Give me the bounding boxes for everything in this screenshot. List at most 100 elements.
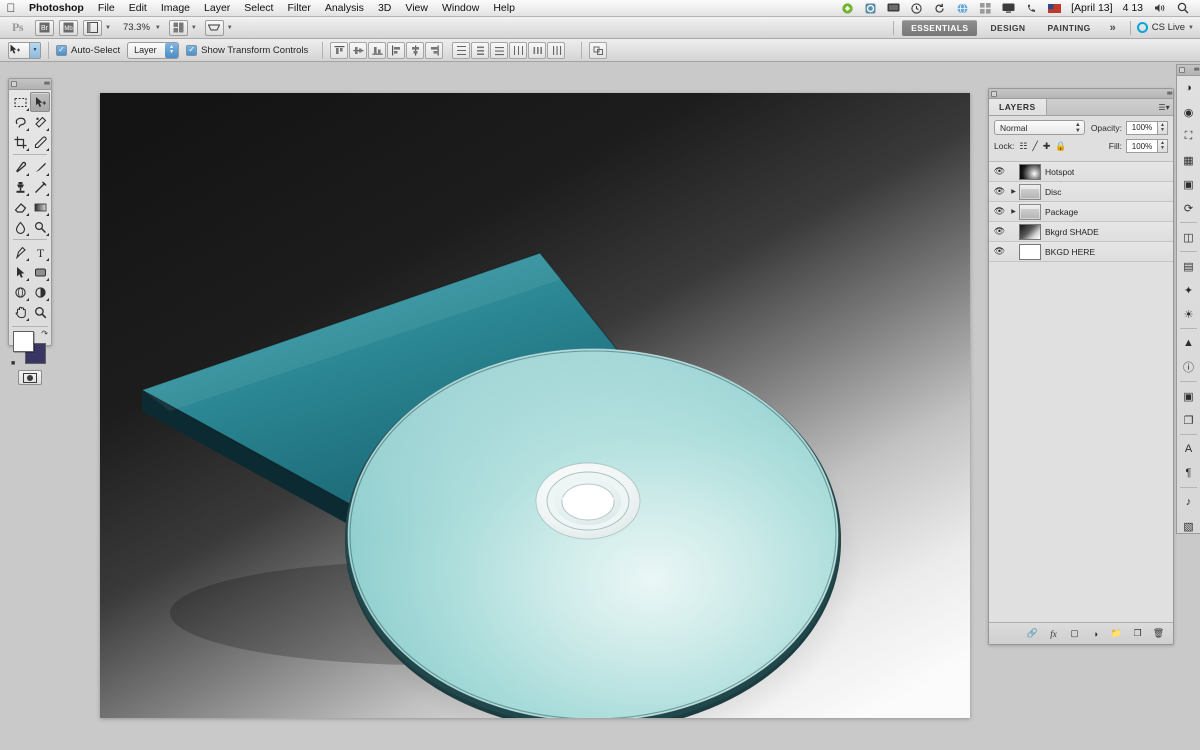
- align-bottom-edges-icon[interactable]: [368, 41, 387, 59]
- menu-help[interactable]: Help: [486, 0, 522, 16]
- panel-titlebar[interactable]: ■■: [989, 89, 1173, 99]
- icon-dock-collapse-icon[interactable]: [1179, 67, 1185, 73]
- eraser-tool[interactable]: [10, 197, 30, 217]
- info-badge-icon[interactable]: ⓘ: [1177, 355, 1200, 379]
- panel-menu-icon[interactable]: ☰▾: [1155, 99, 1173, 115]
- globe-icon[interactable]: [954, 2, 971, 15]
- tab-layers[interactable]: LAYERS: [989, 99, 1047, 115]
- new-adjustment-layer-icon[interactable]: ◑: [1089, 629, 1102, 639]
- spot-healing-brush-tool[interactable]: [10, 157, 30, 177]
- layer-visibility-icon[interactable]: 👁: [991, 166, 1008, 177]
- volume-icon[interactable]: [1151, 2, 1168, 15]
- align-vertical-centers-icon[interactable]: [349, 41, 368, 59]
- table-row[interactable]: 👁 ▶ Package: [989, 202, 1173, 222]
- lock-all-icon[interactable]: 🔒: [1055, 141, 1066, 152]
- zoom-level-value[interactable]: 73.3%: [123, 22, 150, 33]
- horizontal-type-tool[interactable]: T: [30, 242, 50, 262]
- history-panel-icon[interactable]: ⟳: [1177, 196, 1200, 220]
- menu-3d[interactable]: 3D: [371, 0, 398, 16]
- add-layer-mask-icon[interactable]: ▢: [1068, 628, 1081, 639]
- notes-panel-icon[interactable]: ▣: [1177, 384, 1200, 408]
- toolbox-collapse-icon[interactable]: [11, 81, 17, 87]
- auto-select-scope-dropdown[interactable]: Layer ▲ ▼: [127, 41, 180, 59]
- histogram-panel-icon[interactable]: ▲: [1177, 331, 1200, 355]
- lock-position-icon[interactable]: ✚: [1043, 141, 1051, 152]
- align-left-edges-icon[interactable]: [387, 41, 406, 59]
- layer-name[interactable]: Package: [1045, 207, 1078, 217]
- table-row[interactable]: 👁 BKGD HERE: [989, 242, 1173, 262]
- dropbox-icon[interactable]: [839, 2, 856, 15]
- display-icon[interactable]: [885, 2, 902, 15]
- menu-view[interactable]: View: [398, 0, 435, 16]
- cs-live-button[interactable]: CS Live ▼: [1136, 22, 1194, 33]
- distribute-right-edges-icon[interactable]: [547, 41, 566, 59]
- align-right-edges-icon[interactable]: [425, 41, 444, 59]
- flag-icon[interactable]: [1046, 2, 1063, 15]
- layer-group-thumbnail[interactable]: [1019, 203, 1041, 220]
- table-row[interactable]: 👁 Bkgrd SHADE: [989, 222, 1173, 242]
- arrange-documents-group[interactable]: ▼: [168, 19, 197, 36]
- rectangular-marquee-tool[interactable]: [10, 92, 30, 112]
- history-brush-tool[interactable]: [30, 177, 50, 197]
- add-layer-style-icon[interactable]: fx: [1047, 629, 1060, 639]
- gradient-tool[interactable]: [30, 197, 50, 217]
- layer-expand-icon[interactable]: ▶: [1008, 208, 1019, 215]
- blur-tool[interactable]: [10, 217, 30, 237]
- styles-panel-icon[interactable]: ◉: [1177, 100, 1200, 124]
- phone-icon[interactable]: [1023, 2, 1040, 15]
- menu-analysis[interactable]: Analysis: [318, 0, 371, 16]
- new-layer-icon[interactable]: ❐: [1131, 628, 1144, 639]
- view-extras-icon[interactable]: [83, 19, 102, 36]
- screen-mode-group[interactable]: ▼: [204, 19, 233, 36]
- launch-mini-bridge-icon[interactable]: Mb: [59, 19, 78, 36]
- distribute-bottom-edges-icon[interactable]: [490, 41, 509, 59]
- layer-visibility-icon[interactable]: 👁: [991, 226, 1008, 237]
- layer-visibility-icon[interactable]: 👁: [991, 246, 1008, 257]
- clone-source-panel-icon[interactable]: ✦: [1177, 278, 1200, 302]
- foreground-color-swatch[interactable]: [13, 331, 34, 352]
- workspace-design[interactable]: DESIGN: [981, 20, 1034, 36]
- distribute-left-edges-icon[interactable]: [509, 41, 528, 59]
- apple-logo-icon[interactable]: : [0, 2, 22, 15]
- view-extras-group[interactable]: ▼: [83, 19, 111, 36]
- menu-layer[interactable]: Layer: [197, 0, 237, 16]
- icon-dock-header[interactable]: ■■: [1177, 65, 1200, 76]
- launch-bridge-icon[interactable]: Br: [35, 19, 54, 36]
- panel-collapse-icon[interactable]: [991, 90, 997, 97]
- zoom-level-group[interactable]: 73.3% ▼: [119, 22, 161, 33]
- align-horizontal-centers-icon[interactable]: [406, 41, 425, 59]
- clone-stamp-tool[interactable]: [10, 177, 30, 197]
- arrange-caret-icon[interactable]: ▼: [191, 25, 197, 31]
- layer-thumbnail[interactable]: [1019, 243, 1041, 260]
- path-selection-tool[interactable]: [10, 262, 30, 282]
- layer-name[interactable]: Bkgrd SHADE: [1045, 227, 1099, 237]
- menu-window[interactable]: Window: [435, 0, 486, 16]
- layer-thumbnail[interactable]: [1019, 163, 1041, 180]
- menu-photoshop[interactable]: Photoshop: [22, 0, 91, 16]
- screen-mode-caret-icon[interactable]: ▼: [227, 25, 233, 31]
- menu-file[interactable]: File: [91, 0, 122, 16]
- screen-icon[interactable]: [1000, 2, 1017, 15]
- layer-expand-icon[interactable]: ▶: [1008, 188, 1019, 195]
- workspace-essentials[interactable]: ESSENTIALS: [902, 19, 978, 36]
- dodge-tool[interactable]: [30, 217, 50, 237]
- brush-tool[interactable]: [30, 157, 50, 177]
- lock-image-pixels-icon[interactable]: ╱: [1032, 141, 1037, 152]
- table-row[interactable]: 👁 Hotspot: [989, 162, 1173, 182]
- layer-thumbnail[interactable]: [1019, 223, 1041, 240]
- workspace-more-icon[interactable]: »: [1102, 22, 1124, 34]
- menubar-clock[interactable]: 4 13: [1123, 2, 1143, 14]
- distribute-vertical-centers-icon[interactable]: [471, 41, 490, 59]
- menu-edit[interactable]: Edit: [122, 0, 154, 16]
- default-colors-icon[interactable]: ■: [11, 360, 15, 367]
- layer-name[interactable]: Hotspot: [1045, 167, 1074, 177]
- panel-grip-icon[interactable]: ■■: [1167, 91, 1173, 97]
- view-extras-caret-icon[interactable]: ▼: [105, 25, 111, 31]
- menu-image[interactable]: Image: [154, 0, 197, 16]
- icon-dock-grip-icon[interactable]: ■■: [1194, 67, 1200, 73]
- crop-tool[interactable]: [10, 132, 30, 152]
- eyedropper-tool[interactable]: [30, 132, 50, 152]
- navigator-panel-icon[interactable]: ◫: [1177, 225, 1200, 249]
- workspace-painting[interactable]: PAINTING: [1038, 20, 1099, 36]
- lock-transparent-pixels-icon[interactable]: ☷: [1019, 141, 1027, 152]
